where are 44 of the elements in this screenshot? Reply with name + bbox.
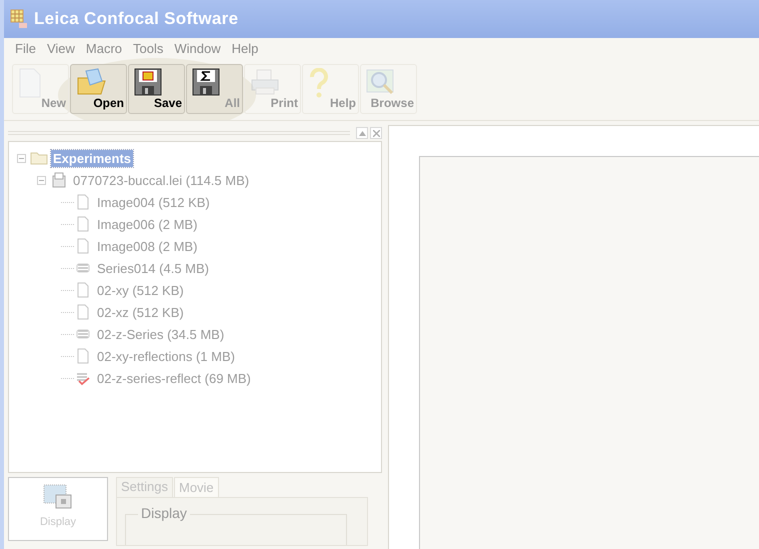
save-icon	[134, 68, 162, 96]
menu-item[interactable]: Macro	[82, 40, 130, 56]
toolbar-button[interactable]: Save	[128, 64, 185, 114]
tree-item[interactable]: 02-xz (512 KB)	[95, 304, 186, 320]
menu-item[interactable]: Tools	[130, 40, 172, 56]
tree-item[interactable]: Image006 (2 MB)	[95, 216, 200, 232]
close-button[interactable]	[370, 127, 382, 139]
open-icon	[76, 68, 108, 96]
page-icon	[77, 216, 89, 232]
menu-item[interactable]: File	[12, 40, 44, 56]
tree-item[interactable]: Series014 (4.5 MB)	[95, 260, 211, 276]
app-icon	[10, 9, 28, 29]
tree-item[interactable]: Image008 (2 MB)	[95, 238, 200, 254]
toolbar-button[interactable]: Open	[70, 64, 127, 114]
page-icon	[77, 238, 89, 254]
tree-item[interactable]: 02-z-series-reflect (69 MB)	[95, 370, 253, 386]
collapse-toggle[interactable]	[17, 154, 26, 162]
tree-item[interactable]: Experiments	[51, 150, 134, 166]
menu-item[interactable]: Help	[228, 40, 266, 56]
help-icon	[308, 68, 330, 98]
close-icon	[372, 130, 380, 136]
page-icon	[77, 304, 89, 320]
tree-item[interactable]: 02-xy (512 KB)	[95, 282, 186, 298]
menu-item[interactable]: View	[44, 40, 83, 56]
page-icon	[77, 348, 89, 364]
tree-item[interactable]: 0770723-buccal.lei (114.5 MB)	[71, 172, 252, 188]
tree-item[interactable]: 02-xy-reflections (1 MB)	[95, 348, 237, 364]
save-all-icon	[192, 68, 220, 96]
collapse-button[interactable]	[356, 127, 368, 139]
collapse-toggle[interactable]	[37, 176, 46, 184]
menu-item[interactable]: Window	[171, 40, 229, 56]
print-icon	[250, 68, 280, 96]
folder-icon	[30, 151, 48, 165]
page-icon	[77, 194, 89, 210]
group-title: Display	[138, 505, 190, 521]
browse-icon	[366, 68, 396, 96]
tab[interactable]: Movie	[174, 477, 219, 497]
window-title: Leica Confocal Software	[34, 9, 238, 29]
tree-item[interactable]: 02-z-Series (34.5 MB)	[95, 326, 226, 342]
display-icon	[43, 484, 73, 510]
up-triangle-icon	[358, 130, 366, 136]
tree-item[interactable]: Image004 (512 KB)	[95, 194, 212, 210]
disk-icon	[51, 172, 67, 188]
page-icon	[77, 282, 89, 298]
